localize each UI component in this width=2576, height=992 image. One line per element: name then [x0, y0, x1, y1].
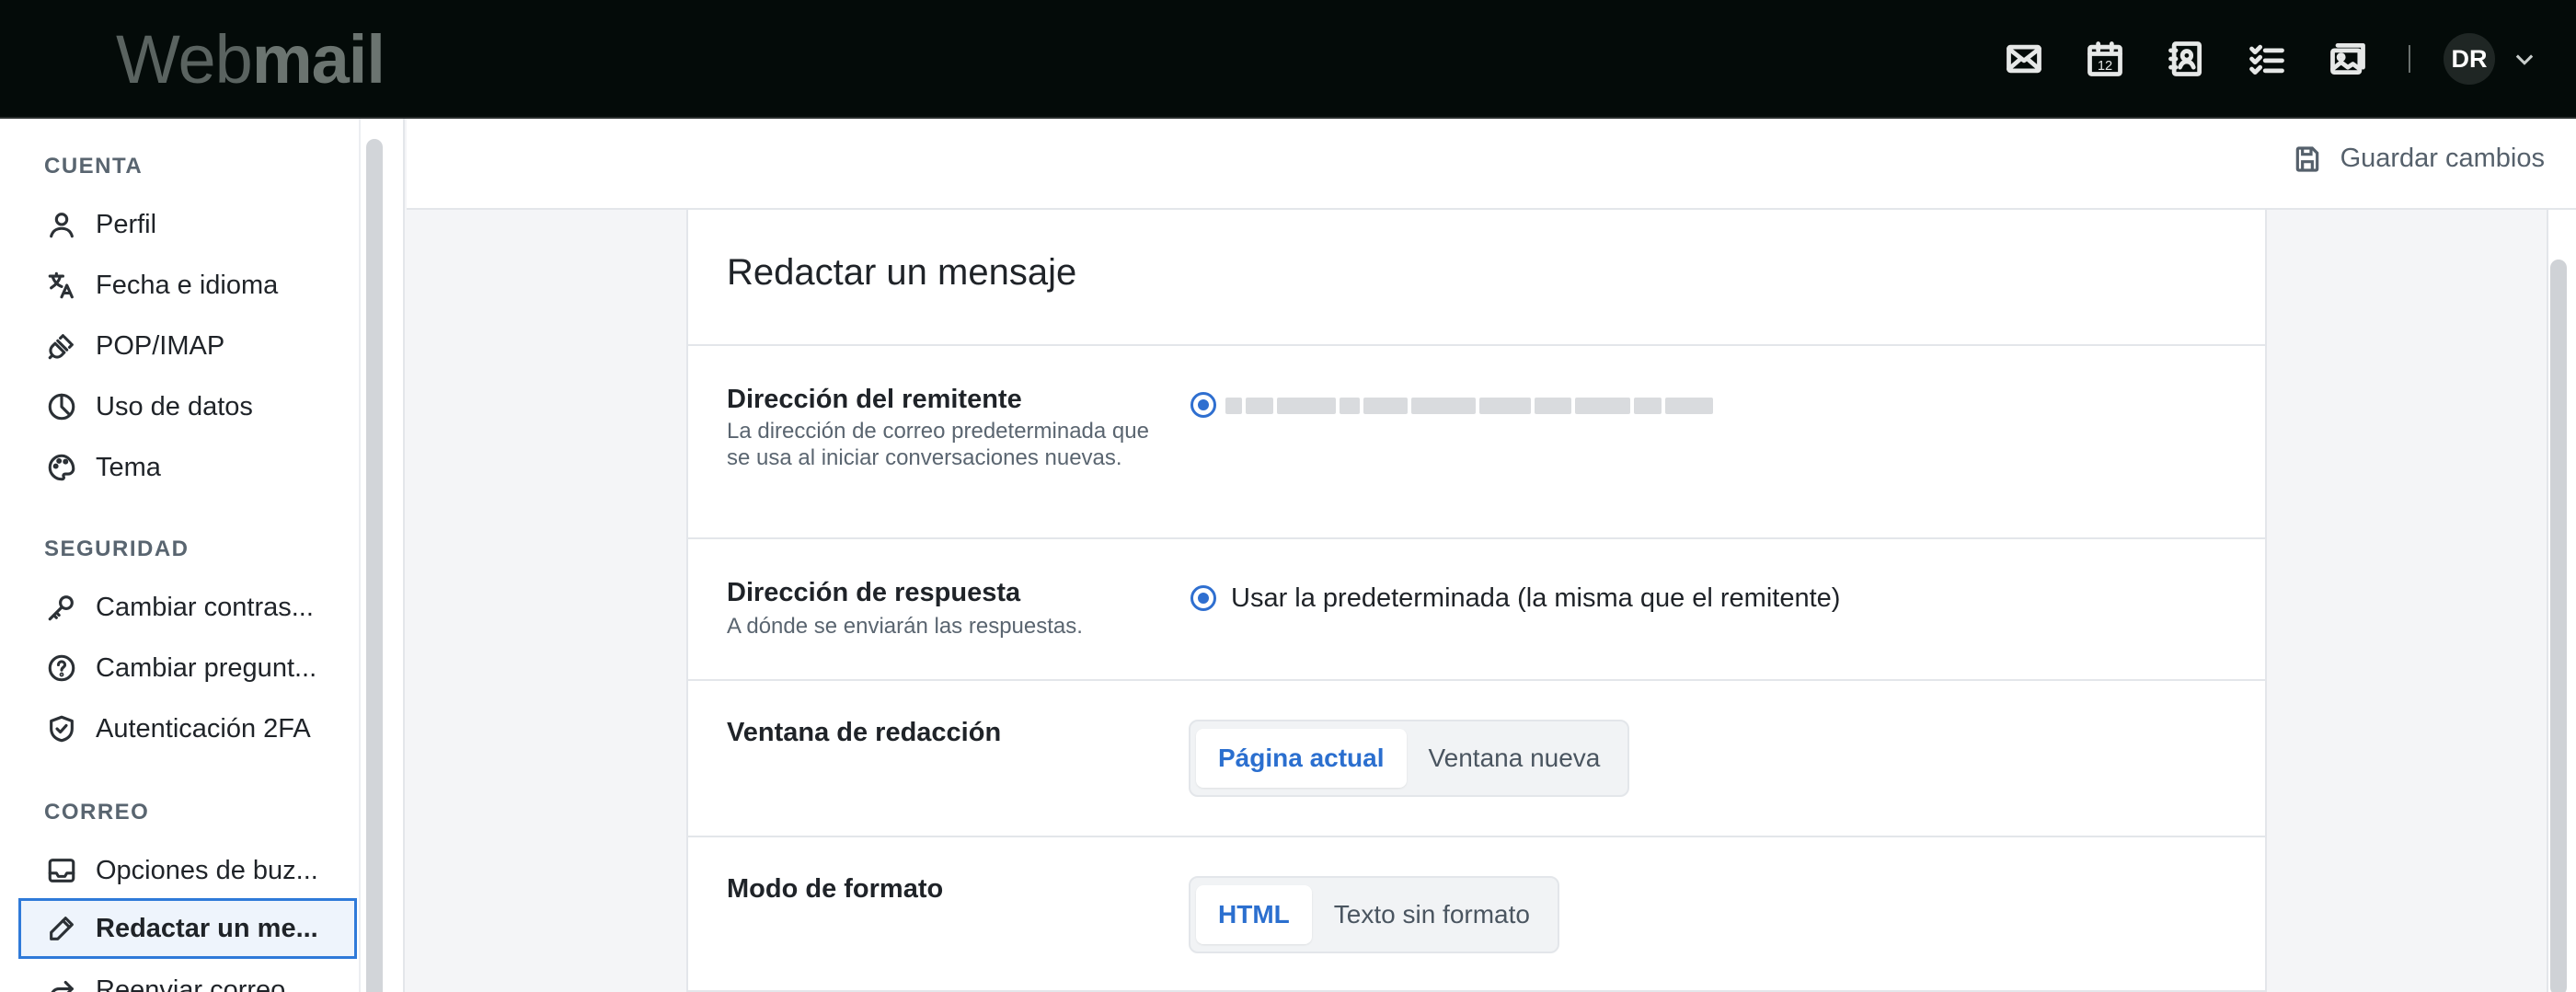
sidebar-item-uso-datos[interactable]: Uso de datos — [18, 376, 357, 437]
divider — [688, 537, 2265, 539]
reply-description: A dónde se enviarán las respuestas. — [727, 614, 1083, 639]
key-icon — [48, 595, 74, 621]
save-icon — [2295, 145, 2318, 172]
divider — [688, 344, 2265, 346]
save-changes-button[interactable]: Guardar cambios — [2293, 144, 2545, 174]
tasks-icon[interactable] — [2239, 31, 2294, 87]
pie-chart-icon — [48, 393, 75, 421]
sidebar-scroll-track — [359, 119, 361, 992]
svg-text:12: 12 — [2098, 59, 2112, 74]
section-title-correo: CORREO — [44, 800, 150, 825]
compose-window-toggle: Página actual Ventana nueva — [1189, 720, 1630, 797]
sidebar-scrollbar[interactable] — [366, 139, 383, 992]
sidebar-item-cambiar-contrasena[interactable]: Cambiar contras... — [18, 577, 357, 638]
top-nav-icons: 12 DR — [1996, 31, 2537, 87]
sender-email-redacted — [1225, 392, 1741, 420]
divider — [688, 836, 2265, 837]
top-bar: Webmail 12 DR — [0, 0, 2576, 119]
sidebar-item-autenticacion-2fa[interactable]: Autenticación 2FA — [18, 698, 357, 759]
main-toolbar: Guardar cambios — [407, 119, 2576, 210]
sender-description: La dirección de correo predeterminada qu… — [727, 419, 1149, 470]
app-logo[interactable]: Webmail — [116, 20, 385, 99]
compose-window-option-current-page[interactable]: Página actual — [1196, 729, 1407, 788]
question-icon — [48, 654, 75, 682]
divider — [688, 679, 2265, 681]
sidebar-item-fecha-idioma[interactable]: Fecha e idioma — [18, 255, 357, 316]
calendar-icon[interactable]: 12 — [2077, 31, 2133, 87]
translate-icon — [48, 271, 74, 299]
format-mode-label: Modo de formato — [727, 874, 944, 904]
pencil-icon — [50, 917, 74, 940]
sidebar-item-opciones-buzon[interactable]: Opciones de buz... — [18, 840, 357, 901]
avatar[interactable]: DR — [2444, 33, 2495, 85]
palette-icon — [48, 454, 75, 481]
reply-default-radio[interactable] — [1190, 585, 1216, 611]
inbox-icon — [48, 859, 75, 882]
reply-label: Dirección de respuesta — [727, 578, 1021, 607]
compose-settings-card: Redactar un mensaje Dirección del remite… — [686, 210, 2267, 992]
mail-icon[interactable] — [1996, 31, 2052, 87]
page-title: Redactar un mensaje — [727, 252, 1077, 293]
settings-sidebar: CUENTA Perfil Fecha e idioma POP/IMAP Us… — [0, 119, 405, 992]
sender-radio[interactable] — [1190, 392, 1216, 418]
reply-default-option-label[interactable]: Usar la predeterminada (la misma que el … — [1231, 583, 1840, 614]
sidebar-item-perfil[interactable]: Perfil — [18, 194, 357, 255]
sidebar-item-reenviar-correo[interactable]: Reenviar correo — [18, 960, 357, 992]
section-title-seguridad: SEGURIDAD — [44, 536, 190, 561]
sidebar-item-redactar-mensaje[interactable]: Redactar un me... — [18, 898, 357, 959]
user-icon — [50, 213, 74, 238]
forward-icon — [51, 980, 74, 992]
sidebar-item-cambiar-pregunta[interactable]: Cambiar pregunt... — [18, 638, 357, 698]
chevron-down-icon[interactable] — [2512, 46, 2537, 72]
shield-check-icon — [50, 715, 74, 743]
photos-icon[interactable] — [2320, 31, 2375, 87]
sidebar-item-tema[interactable]: Tema — [18, 437, 357, 498]
section-title-cuenta: CUENTA — [44, 154, 144, 179]
sidebar-item-pop-imap[interactable]: POP/IMAP — [18, 316, 357, 376]
format-mode-option-html[interactable]: HTML — [1196, 885, 1312, 944]
contacts-icon[interactable] — [2158, 31, 2214, 87]
format-mode-option-plain-text[interactable]: Texto sin formato — [1312, 885, 1552, 944]
top-separator — [2409, 45, 2410, 73]
format-mode-toggle: HTML Texto sin formato — [1189, 876, 1559, 953]
compose-window-option-new-window[interactable]: Ventana nueva — [1407, 729, 1623, 788]
sender-label: Dirección del remitente — [727, 385, 1022, 414]
compose-window-label: Ventana de redacción — [727, 718, 1002, 747]
plug-icon — [48, 334, 74, 360]
main-scrollbar[interactable] — [2550, 260, 2567, 992]
